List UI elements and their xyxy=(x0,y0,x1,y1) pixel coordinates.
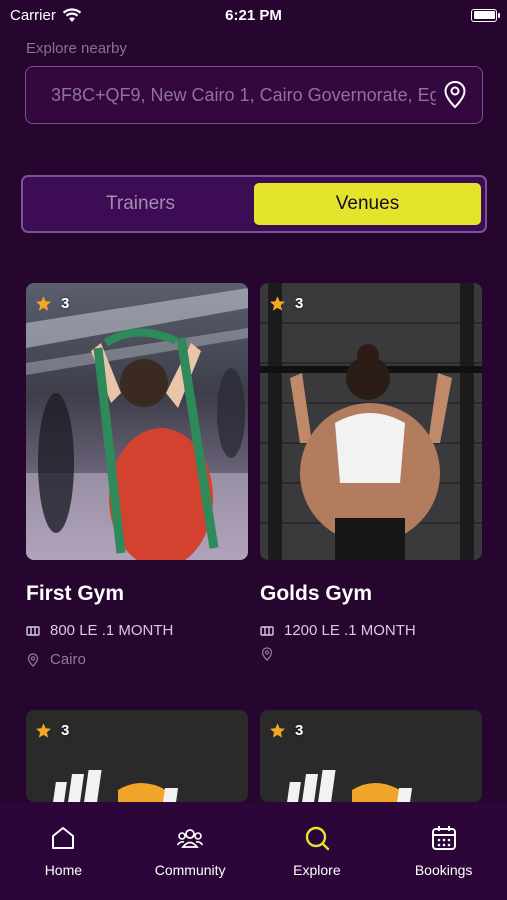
star-icon xyxy=(270,296,285,311)
venue-location: Cairo xyxy=(50,651,86,668)
calendar-icon xyxy=(431,826,456,850)
tab-home[interactable]: Home xyxy=(0,824,127,900)
tab-venues[interactable]: Venues xyxy=(254,183,481,225)
venue-card[interactable]: 3 First Gym 800 LE .1 MONTH Cairo xyxy=(26,283,248,668)
venue-price: 1200 LE .1 MONTH xyxy=(284,622,416,639)
star-icon xyxy=(36,296,51,311)
search-icon xyxy=(305,826,330,851)
star-icon xyxy=(36,723,51,738)
status-bar: Carrier 6:21 PM xyxy=(0,0,507,30)
location-pin-icon xyxy=(27,652,39,667)
venue-image: 3 xyxy=(260,283,482,560)
venue-image: 3 xyxy=(26,283,248,560)
ticket-icon xyxy=(260,625,274,636)
venue-name: Golds Gym xyxy=(260,582,373,605)
rating-badge: 3 xyxy=(35,295,69,312)
rating-value: 3 xyxy=(295,722,304,739)
rating-badge: 3 xyxy=(35,722,69,739)
venue-location-row xyxy=(260,647,482,661)
battery-icon xyxy=(471,8,500,22)
home-icon xyxy=(52,827,75,849)
explore-nearby-label: Explore nearby xyxy=(26,40,127,57)
tab-bookings-label: Bookings xyxy=(414,862,473,878)
rating-value: 3 xyxy=(295,295,304,312)
location-pin-icon xyxy=(261,647,273,661)
venue-price-row: 1200 LE .1 MONTH xyxy=(260,622,482,639)
ticket-icon xyxy=(26,625,40,636)
tab-home-label: Home xyxy=(44,862,83,878)
venue-card[interactable]: 3 xyxy=(260,710,482,802)
rating-badge: 3 xyxy=(269,295,303,312)
tab-bookings[interactable]: Bookings xyxy=(380,824,507,900)
venue-location-row: Cairo xyxy=(26,651,248,668)
venue-price-row: 800 LE .1 MONTH xyxy=(26,622,248,639)
location-input[interactable]: 3F8C+QF9, New Cairo 1, Cairo Governorate… xyxy=(25,66,483,124)
tab-community-label: Community xyxy=(154,862,226,878)
status-time: 6:21 PM xyxy=(225,6,282,24)
star-icon xyxy=(270,723,285,738)
venue-card[interactable]: 3 Golds Gym 1200 LE .1 MONTH xyxy=(260,283,482,661)
venue-card[interactable]: 3 xyxy=(26,710,248,802)
tab-community[interactable]: Community xyxy=(127,824,254,900)
tab-explore-label: Explore xyxy=(293,862,341,878)
rating-value: 3 xyxy=(61,295,70,312)
rating-value: 3 xyxy=(61,722,70,739)
bottom-tab-bar: Home Community Explore Bookings xyxy=(0,802,507,900)
gym-photo-bands xyxy=(26,283,248,560)
venue-name: First Gym xyxy=(26,582,125,605)
map-pin-icon[interactable] xyxy=(442,80,468,110)
venue-price: 800 LE .1 MONTH xyxy=(50,622,174,639)
location-text: 3F8C+QF9, New Cairo 1, Cairo Governorate… xyxy=(51,84,436,105)
tab-explore[interactable]: Explore xyxy=(254,824,381,900)
tab-trainers[interactable]: Trainers xyxy=(27,183,254,225)
gym-photo-pullup xyxy=(260,283,482,560)
trainers-venues-toggle: Trainers Venues xyxy=(21,175,487,233)
community-icon xyxy=(176,829,204,848)
rating-badge: 3 xyxy=(269,722,303,739)
